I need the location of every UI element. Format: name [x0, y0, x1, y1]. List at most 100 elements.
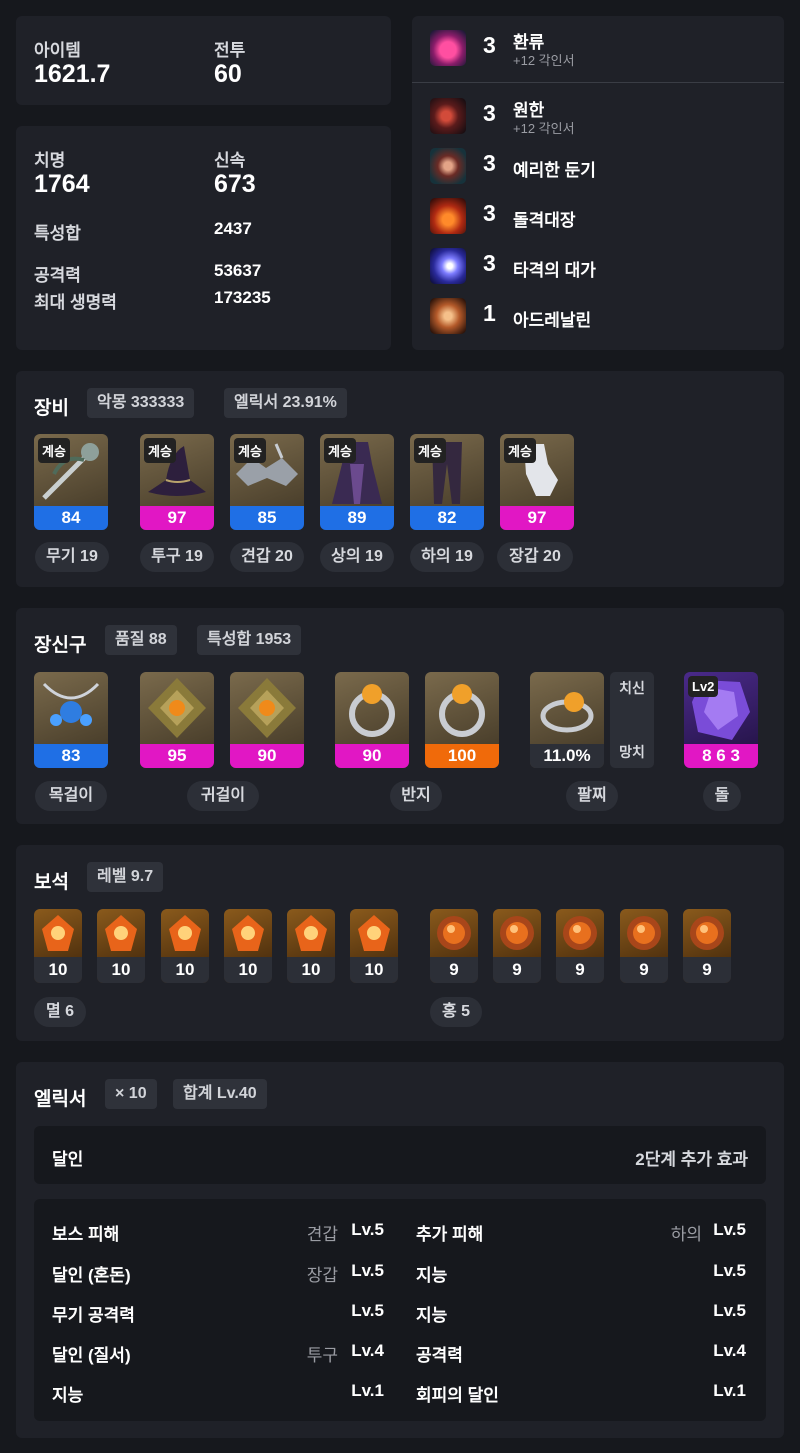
earring-icon [148, 678, 206, 738]
elixir-effect-name: 공격력 [416, 1346, 463, 1365]
elixir-effect-slot: 견갑 [306, 1225, 338, 1244]
elixir-card: 엘릭서 × 10 합계 Lv.40 달인 2단계 추가 효과 보스 피해 견갑 … [16, 1062, 784, 1438]
elixir-effect-level: Lv.5 [713, 1220, 746, 1239]
gem-doom[interactable]: 10 [287, 909, 335, 983]
engraving-row[interactable]: 3 환류 +12 각인서 [428, 26, 788, 76]
equip-label-pants: 하의 19 [410, 542, 484, 572]
engraving-row[interactable]: 3 예리한 둔기 [428, 144, 788, 194]
gems-card: 보석 레벨 9.7 10 10 10 10 10 10 9 9 9 9 9 멸 … [16, 845, 784, 1041]
necklace-icon [42, 682, 100, 726]
crimson-gem-icon [437, 916, 471, 950]
elixir-effect-slot: 투구 [306, 1346, 338, 1365]
elixir-effect-level: Lv.4 [351, 1341, 384, 1360]
engravings-card: 3 환류 +12 각인서 3 원한 +12 각인서 3 예리한 둔기 3 돌격대… [412, 16, 784, 350]
engraving-level: 3 [483, 32, 496, 58]
engraving-book: +12 각인서 [513, 121, 575, 136]
label-ring: 반지 [390, 781, 442, 811]
accessory-necklace[interactable]: 83 [34, 672, 108, 768]
elixir-effect-name: 지능 [416, 1306, 448, 1325]
gem-doom[interactable]: 10 [34, 909, 82, 983]
gem-level: 10 [161, 957, 209, 983]
doom-gem-icon [42, 915, 74, 951]
quality-bar: 84 [34, 506, 108, 530]
raid-captain-icon [430, 198, 466, 234]
engraving-row[interactable]: 3 타격의 대가 [428, 244, 788, 294]
elixir-effect-name: 추가 피해 [416, 1225, 484, 1244]
ability-stone[interactable]: Lv2 8 6 3 [684, 672, 758, 768]
engraving-level: 1 [483, 300, 496, 326]
equip-label-helmet: 투구 19 [140, 542, 214, 572]
engraving-level: 3 [483, 250, 496, 276]
gem-crimson[interactable]: 9 [430, 909, 478, 983]
gem-crimson[interactable]: 9 [683, 909, 731, 983]
quality-bar: 95 [140, 744, 214, 768]
doom-count: 멸 6 [34, 997, 86, 1027]
elixir-title: 엘릭서 [34, 1089, 87, 1110]
equip-gloves[interactable]: 계승 97 [500, 434, 574, 530]
gem-doom[interactable]: 10 [224, 909, 272, 983]
accessory-bracelet[interactable]: 11.0% [530, 672, 604, 768]
engraving-row[interactable]: 3 돌격대장 [428, 194, 788, 244]
elixir-set-name: 달인 [52, 1150, 84, 1169]
adrenaline-icon [430, 298, 466, 334]
master-brawler-icon [430, 248, 466, 284]
item-level-label: 아이템 [34, 41, 81, 60]
elixir-tag: 엘릭서 23.91% [224, 388, 347, 418]
equip-helmet[interactable]: 계승 97 [140, 434, 214, 530]
bracelet-stat-1: 치신 [619, 680, 645, 696]
equip-weapon[interactable]: 계승 84 [34, 434, 108, 530]
crimson-gem-icon [627, 916, 661, 950]
accessory-ring-2[interactable]: 100 [425, 672, 499, 768]
crit-label: 치명 [34, 151, 66, 170]
equip-pants[interactable]: 계승 82 [410, 434, 484, 530]
trait-sum-label: 특성합 [34, 224, 81, 243]
doom-gem-icon [358, 915, 390, 951]
inherit-badge: 계승 [234, 438, 266, 463]
gem-level: 9 [430, 957, 478, 983]
gem-crimson[interactable]: 9 [556, 909, 604, 983]
stats-card: 치명 1764 신속 673 특성합 2437 공격력 53637 최대 생명력… [16, 126, 391, 350]
max-hp-value: 173235 [214, 288, 271, 307]
ring-icon [349, 684, 395, 737]
elixir-total-tag: 합계 Lv.40 [173, 1079, 267, 1109]
accessories-title: 장신구 [34, 635, 87, 656]
gem-doom[interactable]: 10 [350, 909, 398, 983]
equip-label-shoulder: 견갑 20 [230, 542, 304, 572]
gem-crimson[interactable]: 9 [620, 909, 668, 983]
accessory-earring-2[interactable]: 90 [230, 672, 304, 768]
label-bracelet: 팔찌 [566, 781, 618, 811]
label-stone: 돌 [703, 781, 741, 811]
accessory-ring-1[interactable]: 90 [335, 672, 409, 768]
quality-tag: 품질 88 [105, 625, 177, 655]
stone-level-badge: Lv2 [688, 676, 719, 697]
max-hp-label: 최대 생명력 [34, 293, 117, 312]
accessory-earring-1[interactable]: 95 [140, 672, 214, 768]
equipment-card: 장비 악몽 333333 엘릭서 23.91% 계승 84 계승 97 계승 8… [16, 371, 784, 587]
gem-doom[interactable]: 10 [161, 909, 209, 983]
inherit-badge: 계승 [38, 438, 70, 463]
engraving-name: 타격의 대가 [513, 261, 596, 280]
engraving-row[interactable]: 1 아드레날린 [428, 294, 788, 344]
gem-doom[interactable]: 10 [97, 909, 145, 983]
item-level-value: 1621.7 [34, 60, 111, 88]
inherit-badge: 계승 [414, 438, 446, 463]
elixir-set-effect: 2단계 추가 효과 [635, 1150, 748, 1169]
elixir-effect-level: Lv.5 [713, 1301, 746, 1320]
engraving-row[interactable]: 3 원한 +12 각인서 [428, 94, 788, 144]
elixir-effect-level: Lv.1 [713, 1381, 746, 1400]
quality-bar: 90 [335, 744, 409, 768]
equip-shoulder[interactable]: 계승 85 [230, 434, 304, 530]
elixir-effect-name: 지능 [52, 1386, 84, 1405]
gem-crimson[interactable]: 9 [493, 909, 541, 983]
elixir-count-tag: × 10 [105, 1079, 157, 1109]
trait-sum-value: 2437 [214, 219, 252, 238]
bracelet-value: 11.0% [530, 744, 604, 768]
engraving-name: 아드레날린 [513, 311, 592, 330]
gem-level: 9 [493, 957, 541, 983]
equip-chest[interactable]: 계승 89 [320, 434, 394, 530]
quality-bar: 83 [34, 744, 108, 768]
engraving-level: 3 [483, 200, 496, 226]
elixir-effect-level: Lv.5 [713, 1261, 746, 1280]
engraving-divider [412, 82, 784, 83]
elixir-effect-level: Lv.5 [351, 1301, 384, 1320]
